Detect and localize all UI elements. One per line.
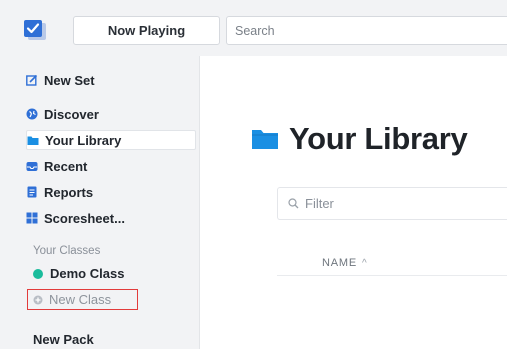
now-playing-button[interactable]: Now Playing <box>73 16 220 45</box>
folder-icon <box>27 134 39 146</box>
table-divider <box>277 275 507 276</box>
search-input[interactable] <box>226 16 507 45</box>
sidebar-item-label: Scoresheet... <box>44 210 125 226</box>
sidebar-item-label: Reports <box>44 184 94 200</box>
grid-icon <box>26 212 38 224</box>
class-item-demo-class[interactable]: Demo Class <box>33 266 124 281</box>
edit-icon <box>26 74 38 86</box>
new-set-label: New Set <box>44 72 95 88</box>
page-title: Your Library <box>251 121 468 157</box>
app-logo-checkbox-icon[interactable] <box>24 20 46 40</box>
column-header-label: NAME <box>322 257 357 269</box>
new-class-label: New Class <box>49 292 112 307</box>
globe-icon <box>26 108 38 120</box>
sidebar-item-scoresheet[interactable]: Scoresheet... <box>26 208 125 228</box>
sidebar: New Set Discover Your Library Recent Rep… <box>0 56 200 349</box>
new-class-button[interactable]: New Class <box>27 289 138 310</box>
class-color-dot <box>33 268 43 279</box>
add-circle-icon <box>33 295 43 305</box>
class-item-label: Demo Class <box>50 266 125 281</box>
new-pack-button[interactable]: New Pack <box>33 332 94 347</box>
sidebar-item-recent[interactable]: Recent <box>26 156 87 176</box>
sidebar-item-label: Your Library <box>45 132 122 148</box>
new-set-button[interactable]: New Set <box>26 70 95 90</box>
sidebar-item-your-library[interactable]: Your Library <box>26 130 196 150</box>
main-content: Your Library Filter NAME ^ <box>201 56 507 349</box>
inbox-icon <box>26 160 38 172</box>
page-title-text: Your Library <box>289 121 468 156</box>
filter-input[interactable]: Filter <box>277 187 507 220</box>
sidebar-item-reports[interactable]: Reports <box>26 182 93 202</box>
your-classes-heading: Your Classes <box>33 245 101 257</box>
sidebar-item-label: Recent <box>44 158 88 174</box>
folder-icon <box>251 128 279 150</box>
top-bar: Now Playing <box>0 0 507 56</box>
sidebar-item-discover[interactable]: Discover <box>26 104 99 124</box>
filter-placeholder: Filter <box>305 196 334 211</box>
sort-ascending-icon: ^ <box>361 257 368 269</box>
sidebar-item-label: Discover <box>44 106 99 122</box>
column-header-name[interactable]: NAME ^ <box>322 257 367 269</box>
search-icon <box>288 198 299 209</box>
report-icon <box>26 186 38 198</box>
